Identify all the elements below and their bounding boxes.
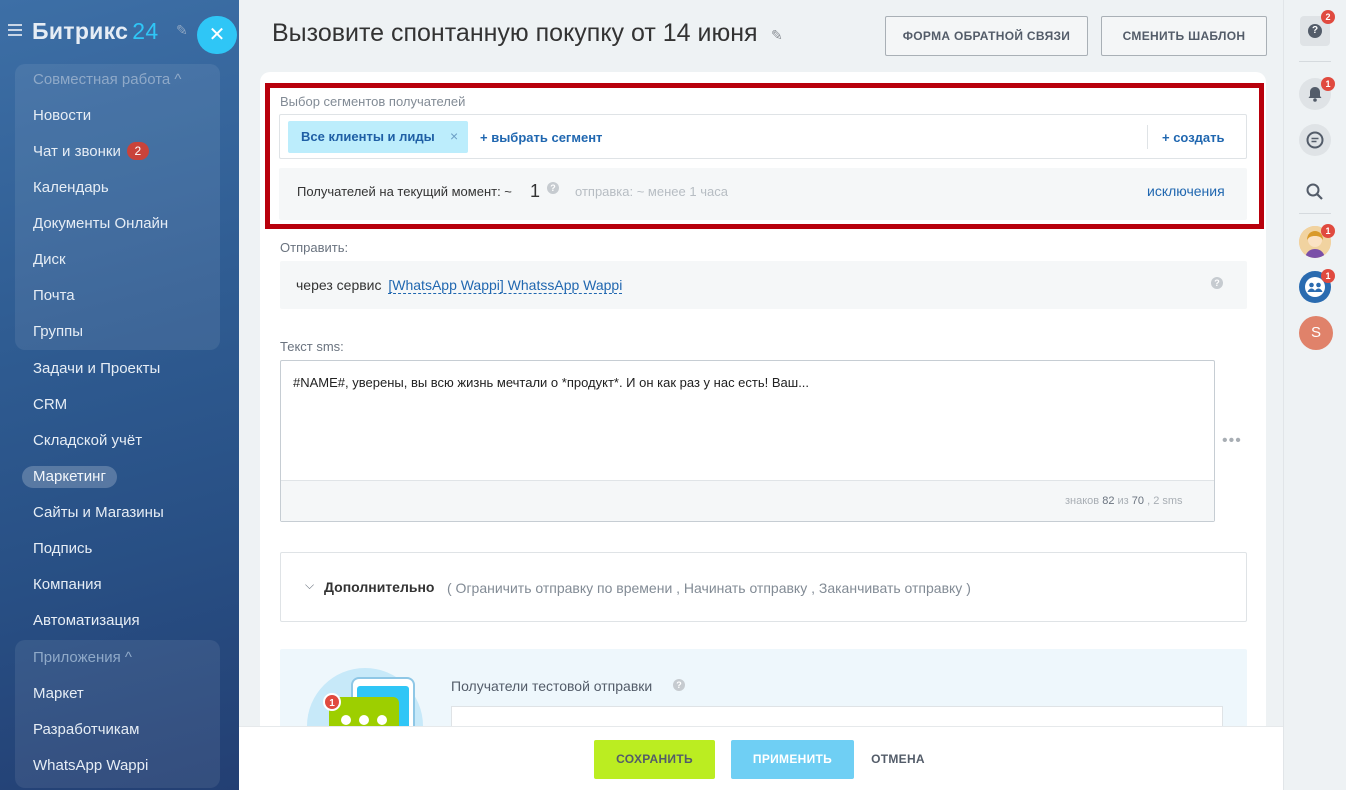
logo-number: 24 xyxy=(132,18,159,44)
sidebar-item-tasks[interactable]: Задачи и Проекты xyxy=(33,358,160,380)
test-recipients-label: Получатели тестовой отправки xyxy=(451,678,652,694)
advanced-title[interactable]: Дополнительно xyxy=(324,579,434,595)
apply-button[interactable]: ПРИМЕНИТЬ xyxy=(731,740,854,779)
count-of: из xyxy=(1117,495,1129,507)
bubble-badge: 1 xyxy=(323,693,341,711)
sidebar-item-company[interactable]: Компания xyxy=(33,574,102,596)
segment-tag-label: Все клиенты и лиды xyxy=(301,129,435,144)
count-sms: , 2 sms xyxy=(1147,495,1183,507)
test-label-text: Получатели тестовой отправки xyxy=(451,678,653,694)
edit-title-pencil-icon[interactable]: ✎ xyxy=(771,27,783,44)
sidebar-item-docs[interactable]: Документы Онлайн xyxy=(33,213,168,235)
sidebar-item-news[interactable]: Новости xyxy=(33,105,91,127)
help-badge: 2 xyxy=(1321,10,1335,24)
count-prefix: знаков xyxy=(1065,495,1100,507)
search-button[interactable] xyxy=(1299,176,1331,208)
sidebar-item-marketing[interactable]: Маркетинг xyxy=(22,466,117,488)
divider xyxy=(1147,125,1148,149)
count-limit: 70 xyxy=(1131,495,1145,507)
send-time-estimate: отправка: ~ менее 1 часа xyxy=(575,184,728,199)
close-slider-button[interactable]: ✕ xyxy=(197,16,237,54)
send-label: Отправить: xyxy=(280,240,349,255)
service-via-text: через сервис xyxy=(296,277,382,293)
avatar1-badge: 1 xyxy=(1321,224,1335,238)
sms-label: Текст sms: xyxy=(280,339,344,354)
edit-logo-pencil-icon[interactable]: ✎ xyxy=(176,22,188,39)
avatar2-badge: 1 xyxy=(1321,269,1335,283)
group-head-apps[interactable]: Приложения ^ xyxy=(33,649,132,666)
create-segment-link[interactable]: + создать xyxy=(1162,130,1225,145)
divider xyxy=(1299,213,1331,214)
sidebar-item-label: Чат и звонки xyxy=(33,143,121,160)
save-button[interactable]: СОХРАНИТЬ xyxy=(594,740,715,779)
service-help-icon[interactable]: ? xyxy=(1211,277,1223,289)
recipients-count: 1 xyxy=(530,181,541,201)
service-line: через сервис [WhatsApp Wappi] WhatssApp … xyxy=(296,277,623,294)
sidebar-item-automation[interactable]: Автоматизация xyxy=(33,610,140,632)
sidebar-item-disk[interactable]: Диск xyxy=(33,249,66,271)
recipients-text: Получателей на текущий момент: ~ xyxy=(297,184,512,199)
page-title: Вызовите спонтанную покупку от 14 июня xyxy=(272,19,758,47)
help-icon[interactable]: ? xyxy=(547,182,559,194)
count-chars: 82 xyxy=(1102,495,1115,507)
sidebar-item-whatsapp[interactable]: WhatsApp Wappi xyxy=(33,755,148,777)
choose-segment-link[interactable]: + выбрать сегмент xyxy=(480,130,602,145)
search-icon xyxy=(1306,183,1323,200)
sidebar-item-groups[interactable]: Группы xyxy=(33,321,83,343)
notifications-badge: 1 xyxy=(1321,77,1335,91)
sidebar-item-crm[interactable]: CRM xyxy=(33,394,67,416)
cancel-button[interactable]: ОТМЕНА xyxy=(863,740,933,779)
question-icon: ? xyxy=(1308,24,1322,38)
remove-segment-icon[interactable]: × xyxy=(450,128,458,144)
sidebar-item-inventory[interactable]: Складской учёт xyxy=(33,430,142,452)
service-link[interactable]: [WhatsApp Wappi] WhatssApp Wappi xyxy=(388,277,623,294)
menu-icon[interactable] xyxy=(8,24,22,36)
feedback-form-button[interactable]: ФОРМА ОБРАТНОЙ СВЯЗИ xyxy=(885,16,1088,56)
advanced-options: ( Ограничить отправку по времени , Начин… xyxy=(447,580,971,596)
main-area: Вызовите спонтанную покупку от 14 июня ✎… xyxy=(239,0,1283,790)
exclusions-link[interactable]: исключения xyxy=(1147,183,1225,199)
messenger-button[interactable] xyxy=(1299,124,1331,156)
sidebar-item-market[interactable]: Маркет xyxy=(33,683,84,705)
right-panel xyxy=(1283,0,1346,790)
sidebar-item-sign[interactable]: Подпись xyxy=(33,538,92,560)
sidebar-item-sites[interactable]: Сайты и Магазины xyxy=(33,502,164,524)
sms-text[interactable]: #NAME#, уверены, вы всю жизнь мечтали о … xyxy=(293,375,809,390)
change-template-button[interactable]: СМЕНИТЬ ШАБЛОН xyxy=(1101,16,1267,56)
more-options-icon[interactable]: ••• xyxy=(1222,432,1242,450)
left-sidebar: Битрикс 24 ✎ Совместная работа ^ Новости … xyxy=(0,0,239,790)
close-icon: ✕ xyxy=(208,24,226,46)
logo[interactable]: Битрикс 24 xyxy=(32,18,158,45)
user-avatar-letter[interactable]: S xyxy=(1299,316,1333,350)
chat-badge: 2 xyxy=(126,142,149,160)
sidebar-item-chat[interactable]: Чат и звонки 2 xyxy=(33,141,149,163)
sms-char-count: знаков 82 из 70 , 2 sms xyxy=(1065,495,1183,507)
divider xyxy=(1299,61,1331,62)
chevron-down-icon[interactable]: ⌵ xyxy=(305,578,314,593)
logo-text: Битрикс xyxy=(32,18,129,44)
group-head-collab[interactable]: Совместная работа ^ xyxy=(33,71,181,88)
chat-icon xyxy=(1306,131,1324,149)
segments-label: Выбор сегментов получателей xyxy=(280,94,466,109)
sidebar-item-developers[interactable]: Разработчикам xyxy=(33,719,139,741)
sidebar-item-calendar[interactable]: Календарь xyxy=(33,177,109,199)
sidebar-item-mail[interactable]: Почта xyxy=(33,285,75,307)
test-help-icon[interactable]: ? xyxy=(673,679,685,691)
